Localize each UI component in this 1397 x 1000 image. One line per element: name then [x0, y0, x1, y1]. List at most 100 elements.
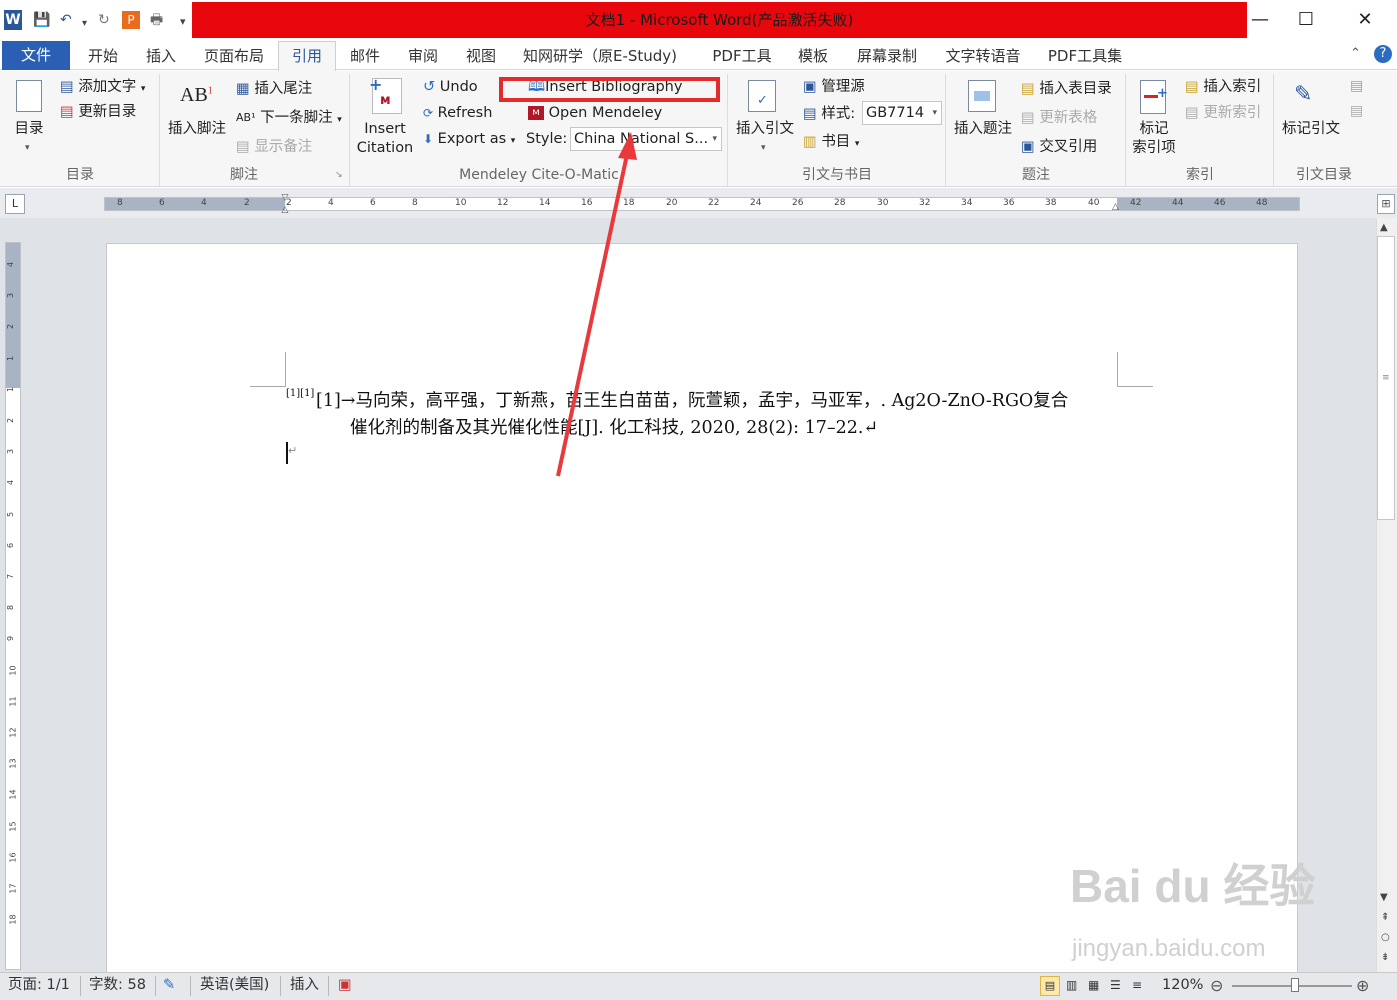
tab-screen-record[interactable]: 屏幕录制: [851, 42, 923, 70]
bibliography-button[interactable]: ▥ 书目 ▾: [803, 132, 859, 154]
proofing-icon[interactable]: ✎: [163, 972, 175, 1000]
next-footnote-label: 下一条脚注: [260, 110, 333, 126]
next-footnote-button[interactable]: AB¹ 下一条脚注 ▾: [236, 108, 342, 130]
scroll-up-icon[interactable]: ▲: [1380, 222, 1388, 233]
group-label-index: 索引: [1186, 167, 1214, 183]
insert-toa-icon[interactable]: ▤: [1350, 78, 1363, 94]
reference-line-1[interactable]: [1]→马向荣，高平强，丁新燕，苗王生白苗苗，阮萱颖，孟宇，马亚军，. Ag2O…: [316, 388, 1068, 415]
update-toc-button[interactable]: ▤ 更新目录: [60, 102, 136, 122]
draft-view-icon[interactable]: ≡: [1132, 972, 1142, 1000]
maximize-button[interactable]: ☐: [1283, 6, 1329, 34]
indent-marker-icon[interactable]: ▽ △: [280, 192, 290, 216]
collapse-ribbon-icon[interactable]: ⌃: [1350, 46, 1361, 61]
insert-citation-doc-icon: ✓: [748, 80, 776, 112]
update-table-icon: ▤: [1021, 110, 1035, 126]
cross-reference-icon: ▣: [1021, 139, 1035, 155]
table-of-contents-button[interactable]: 目录: [6, 120, 52, 139]
print-preview-icon[interactable]: 🖶: [150, 11, 163, 29]
tab-home[interactable]: 开始: [82, 42, 124, 70]
ruler-tick-label: 44: [1172, 198, 1184, 208]
web-layout-icon[interactable]: ▦: [1088, 972, 1099, 1000]
tab-mailings[interactable]: 邮件: [344, 42, 386, 70]
tab-text-to-speech[interactable]: 文字转语音: [938, 42, 1028, 70]
mark-entry-label-line2: 索引项: [1132, 140, 1176, 156]
manage-sources-icon: ▣: [803, 79, 817, 95]
scrollbar-thumb[interactable]: ≡: [1377, 236, 1395, 520]
style-dropdown-icon: ▾: [712, 134, 717, 144]
tab-template[interactable]: 模板: [792, 42, 834, 70]
full-screen-reading-icon[interactable]: ▥: [1066, 972, 1077, 1000]
group-label-citations: 引文与书目: [802, 167, 872, 183]
page-count[interactable]: 页面: 1/1: [8, 972, 70, 1000]
citation-style-select[interactable]: GB7714 ▾: [862, 101, 942, 125]
mendeley-export-label: Export as: [437, 131, 507, 147]
vertical-ruler-tick-label: 3: [6, 448, 16, 455]
insert-endnote-button[interactable]: ▦ 插入尾注: [236, 79, 312, 99]
cross-reference-button[interactable]: ▣ 交叉引用: [1021, 137, 1097, 157]
insert-caption-icon: [968, 80, 996, 112]
undo-dropdown-icon[interactable]: ▾: [82, 15, 87, 33]
ruler-tick-label: 4: [201, 198, 207, 208]
right-indent-marker-icon[interactable]: △: [1112, 202, 1122, 214]
scroll-down-icon[interactable]: ▼: [1380, 892, 1388, 903]
view-ruler-icon[interactable]: ⊞: [1377, 194, 1395, 214]
insert-footnote-button[interactable]: 插入脚注: [164, 120, 230, 139]
language-indicator[interactable]: 英语(美国): [200, 972, 269, 1000]
previous-page-icon[interactable]: ⇞: [1381, 912, 1389, 923]
zoom-slider-thumb[interactable]: [1291, 978, 1299, 992]
insert-index-button[interactable]: ▤ 插入索引: [1185, 77, 1261, 97]
tab-insert[interactable]: 插入: [140, 42, 182, 70]
customize-toolbar-icon[interactable]: ▾: [180, 13, 186, 31]
print-layout-view-icon[interactable]: ▤: [1040, 976, 1060, 996]
outline-view-icon[interactable]: ☰: [1110, 972, 1121, 1000]
insert-table-of-figures-label: 插入表目录: [1039, 81, 1112, 97]
ruler-tick-label: 12: [497, 198, 509, 208]
zoom-out-icon[interactable]: ⊖: [1210, 972, 1223, 1000]
undo-icon[interactable]: ↶: [60, 11, 72, 29]
vertical-ruler-tick-label: 13: [8, 758, 18, 769]
powerpoint-icon[interactable]: P: [122, 11, 140, 29]
minimize-button[interactable]: —: [1237, 6, 1283, 34]
group-label-mendeley: Mendeley Cite-O-Matic: [459, 167, 619, 183]
vertical-ruler-tick-label: 2: [6, 417, 16, 424]
help-icon[interactable]: ?: [1374, 45, 1392, 63]
tab-page-layout[interactable]: 页面布局: [198, 42, 270, 70]
footnote-dialog-launcher-icon[interactable]: ↘: [335, 170, 343, 180]
ruler-tick-label: 10: [455, 198, 467, 208]
update-toc-icon: ▤: [60, 104, 74, 120]
tab-file[interactable]: 文件: [2, 41, 70, 70]
zoom-in-icon[interactable]: ⊕: [1356, 972, 1369, 1000]
manage-sources-button[interactable]: ▣ 管理源: [803, 77, 865, 97]
insert-caption-button[interactable]: 插入题注: [948, 120, 1018, 139]
tab-pdf-tools[interactable]: PDF工具: [706, 42, 778, 70]
tab-references[interactable]: 引用: [281, 42, 333, 70]
insert-mode-indicator[interactable]: 插入: [290, 972, 319, 1000]
macro-record-icon[interactable]: ▣: [338, 972, 352, 1000]
insert-citation-cn-button[interactable]: 插入引文: [732, 120, 798, 139]
tab-pdf-toolset[interactable]: PDF工具集: [1042, 42, 1128, 70]
insert-citation-button[interactable]: Insert Citation: [353, 120, 417, 158]
close-button[interactable]: ✕: [1342, 6, 1388, 34]
add-text-dropdown-icon: ▾: [140, 84, 146, 94]
insert-bibliography-highlight-box: [499, 77, 720, 102]
mendeley-refresh-button[interactable]: ⟳ Refresh: [423, 103, 492, 123]
add-text-button[interactable]: ▤ 添加文字 ▾: [60, 77, 145, 99]
mendeley-export-button[interactable]: ⬇ Export as ▾: [423, 129, 515, 151]
tab-cnki[interactable]: 知网研学（原E-Study): [518, 42, 682, 70]
ruler-tick-label: 30: [877, 198, 889, 208]
save-icon[interactable]: 💾: [33, 11, 50, 29]
insert-table-of-figures-button[interactable]: ▤ 插入表目录: [1021, 79, 1112, 99]
zoom-level[interactable]: 120%: [1162, 972, 1203, 1000]
tab-view[interactable]: 视图: [460, 42, 502, 70]
redo-icon[interactable]: ↻: [98, 11, 110, 29]
ruler-tick-label: 20: [666, 198, 678, 208]
next-page-icon[interactable]: ⇟: [1381, 952, 1389, 963]
word-count[interactable]: 字数: 58: [89, 972, 146, 1000]
tab-review[interactable]: 审阅: [402, 42, 444, 70]
mark-entry-button[interactable]: 标记 索引项: [1128, 120, 1180, 158]
mendeley-undo-button[interactable]: ↺ Undo: [423, 77, 478, 97]
insert-index-label: 插入索引: [1203, 79, 1262, 95]
word-app-icon[interactable]: W: [4, 10, 22, 30]
browse-object-icon[interactable]: ○: [1381, 932, 1390, 943]
mark-citation-button[interactable]: 标记引文: [1276, 120, 1346, 139]
